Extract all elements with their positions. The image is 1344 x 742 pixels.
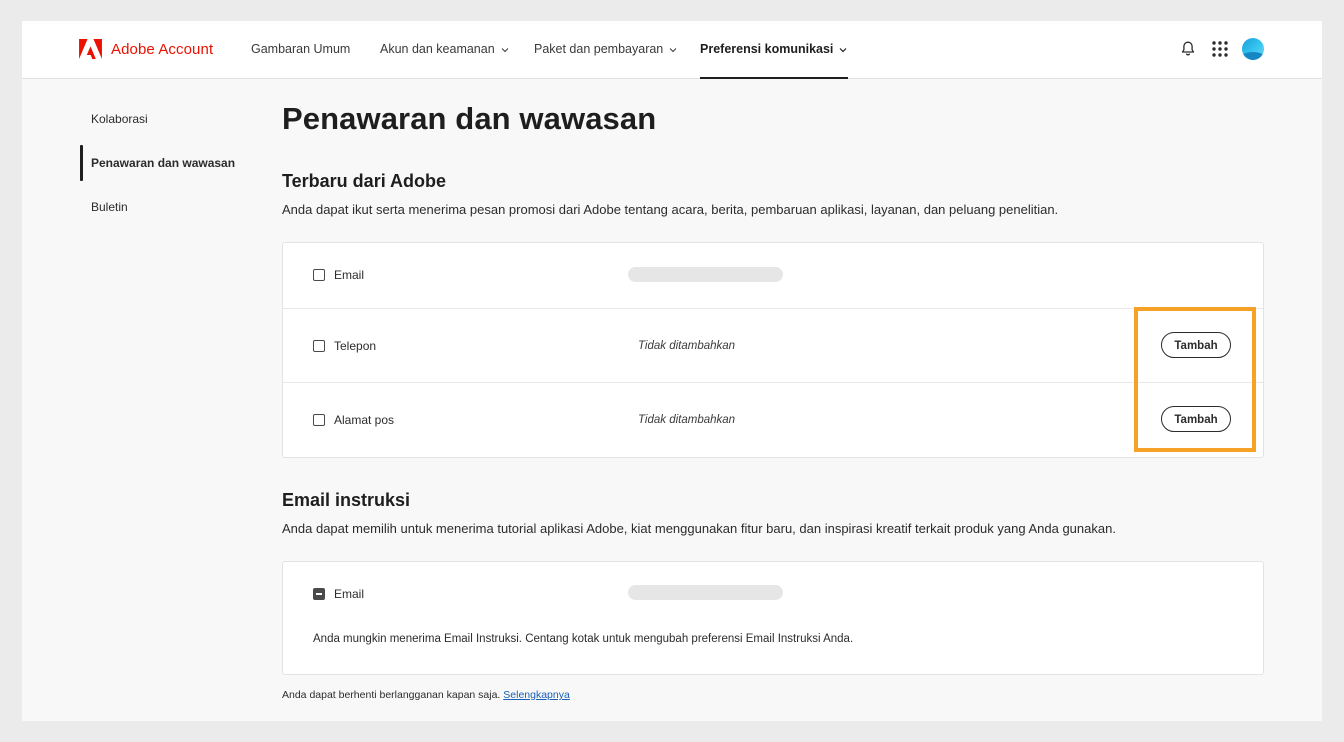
- row-label: Email: [334, 587, 365, 601]
- section-heading-instructions: Email instruksi: [282, 490, 411, 510]
- postal-checkbox[interactable]: [313, 414, 325, 426]
- section-description-latest: Anda dapat ikut serta menerima pesan pro…: [282, 202, 1059, 217]
- instruction-email-checkbox[interactable]: [313, 588, 325, 600]
- redacted-email-value: [628, 267, 783, 282]
- sidebar-item-newsletter[interactable]: Buletin: [80, 188, 128, 226]
- sidebar-item-label: Kolaborasi: [91, 112, 148, 126]
- row-status: Tidak ditambahkan: [638, 340, 736, 352]
- nav-label: Gambaran Umum: [251, 42, 351, 56]
- chevron-down-icon: [839, 47, 847, 52]
- email-checkbox[interactable]: [313, 269, 325, 281]
- redacted-email-value: [628, 585, 783, 600]
- section-description-instructions: Anda dapat memilih untuk menerima tutori…: [282, 521, 1116, 536]
- chevron-down-icon: [501, 47, 509, 52]
- sidebar-item-collaboration[interactable]: Kolaborasi: [80, 100, 148, 138]
- avatar[interactable]: [1242, 38, 1264, 60]
- pref-row-email: Email: [283, 243, 1263, 308]
- nav-label: Akun dan keamanan: [380, 42, 495, 56]
- phone-checkbox[interactable]: [313, 340, 325, 352]
- preferences-card-instructions: Email Anda mungkin menerima Email Instru…: [282, 561, 1264, 675]
- brand-name: Adobe Account: [111, 40, 214, 58]
- sidebar-item-label: Buletin: [91, 200, 128, 214]
- footer-note: Anda dapat berhenti berlangganan kapan s…: [282, 689, 570, 701]
- nav-overview[interactable]: Gambaran Umum: [251, 21, 350, 78]
- adobe-logo-icon: [79, 39, 102, 59]
- section-heading-latest: Terbaru dari Adobe: [282, 171, 447, 191]
- instruction-note: Anda mungkin menerima Email Instruksi. C…: [313, 633, 854, 645]
- highlight-box: [1134, 307, 1256, 452]
- row-label: Email: [334, 268, 365, 282]
- sidebar-item-offers-insights[interactable]: Penawaran dan wawasan: [80, 144, 235, 182]
- nav-plans-payment[interactable]: Paket dan pembayaran: [534, 21, 678, 78]
- chevron-down-icon: [669, 47, 677, 52]
- sidebar-item-label: Penawaran dan wawasan: [91, 156, 236, 170]
- preferences-card-latest: Email Telepon Tidak ditambahkan Tambah A…: [282, 242, 1264, 458]
- top-header: Adobe Account Gambaran Umum Akun dan kea…: [22, 21, 1322, 79]
- nav-account-security[interactable]: Akun dan keamanan: [380, 21, 510, 78]
- app-grid-icon[interactable]: [1210, 39, 1230, 59]
- page-title: Penawaran dan wawasan: [282, 101, 657, 136]
- nav-label: Preferensi komunikasi: [700, 42, 834, 56]
- adobe-brand[interactable]: Adobe Account: [79, 39, 213, 59]
- footer-text: Anda dapat berhenti berlangganan kapan s…: [282, 689, 504, 701]
- pref-row-instruction-email: Email: [283, 562, 1263, 622]
- nav-label: Paket dan pembayaran: [534, 42, 664, 56]
- nav-communication-preferences[interactable]: Preferensi komunikasi: [700, 21, 849, 79]
- pref-row-phone: Telepon Tidak ditambahkan Tambah: [283, 308, 1263, 383]
- bell-icon[interactable]: [1178, 39, 1198, 59]
- row-label: Alamat pos: [334, 413, 395, 427]
- row-status: Tidak ditambahkan: [638, 414, 736, 426]
- pref-row-postal: Alamat pos Tidak ditambahkan Tambah: [283, 382, 1263, 457]
- browser-frame: Adobe Account Gambaran Umum Akun dan kea…: [22, 21, 1322, 721]
- row-label: Telepon: [334, 339, 377, 353]
- learn-more-link[interactable]: Selengkapnya: [503, 689, 570, 701]
